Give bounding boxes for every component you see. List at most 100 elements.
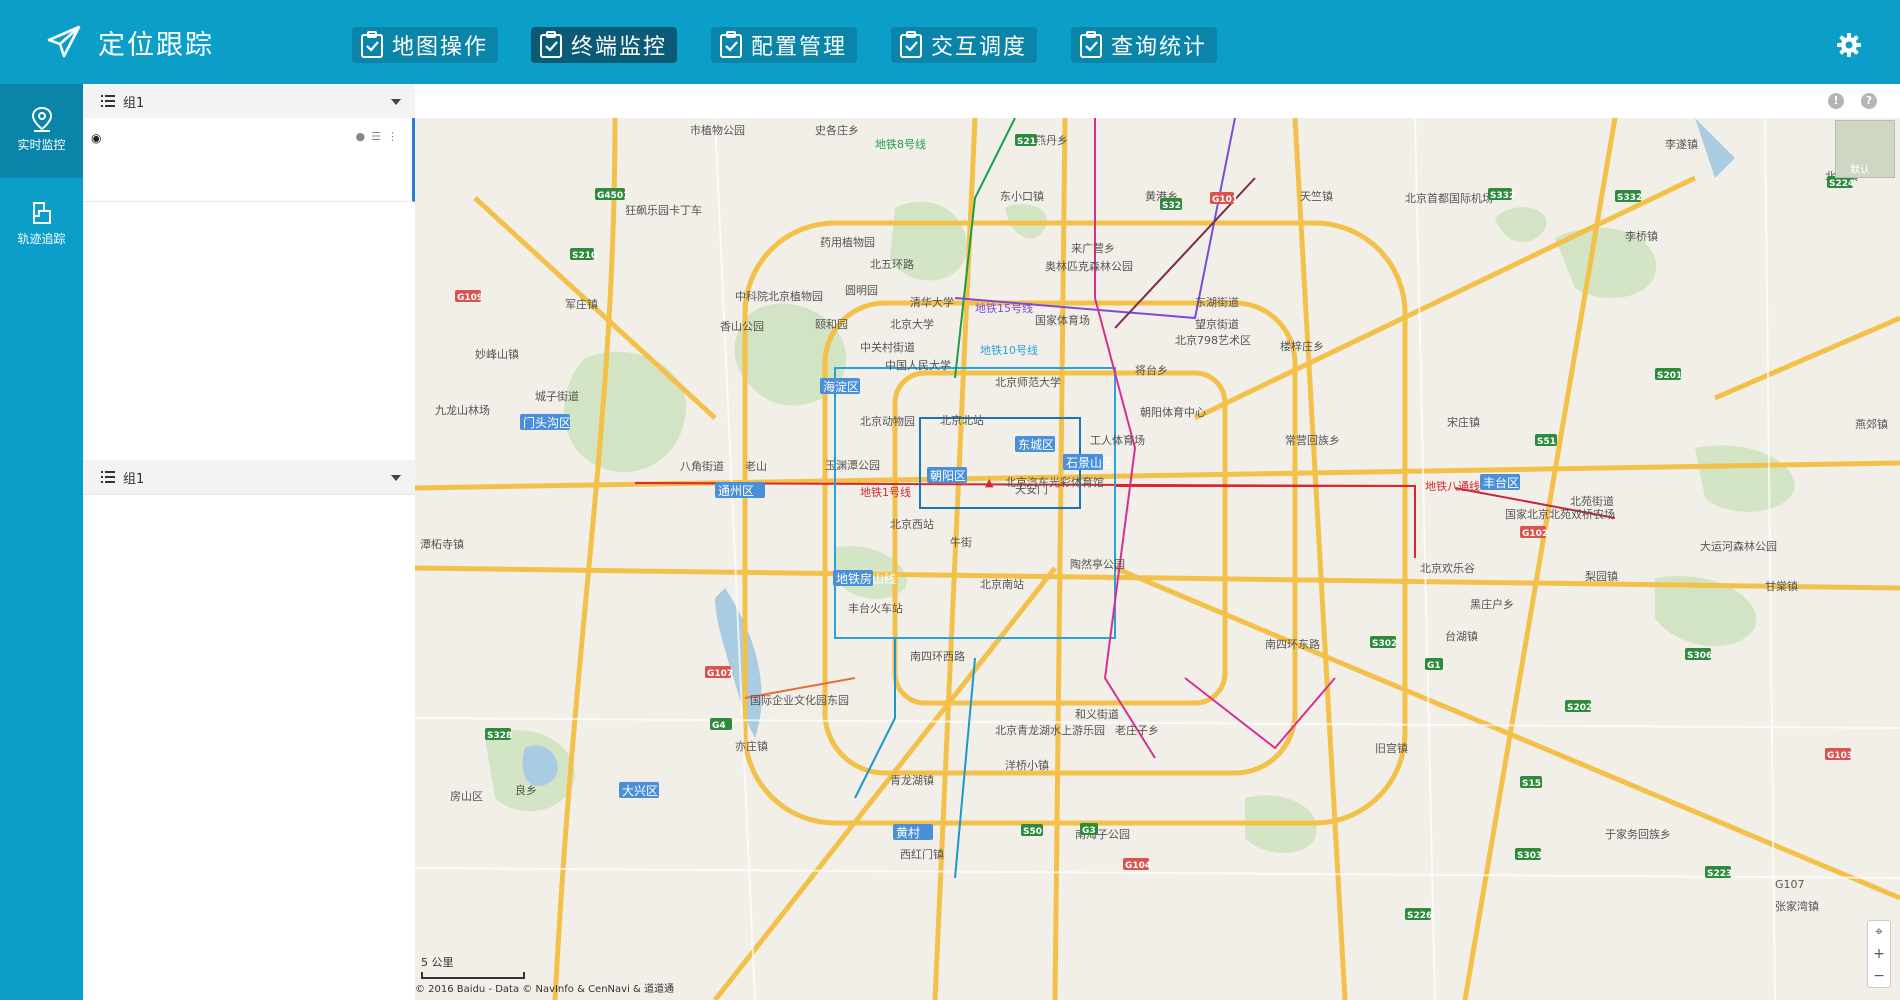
more-icon[interactable]: ⋮ <box>387 130 398 143</box>
map-label: 九龙山林场 <box>435 403 490 417</box>
list-item[interactable] <box>83 202 415 287</box>
highway-shield: S224 <box>1829 179 1854 189</box>
menu-label: 地图操作 <box>392 35 489 60</box>
clipboard-check-icon <box>720 31 742 58</box>
map-label: 洋桥小镇 <box>1005 758 1049 772</box>
map-label: 中关村街道 <box>860 340 915 354</box>
map-label: 颐和园 <box>815 318 848 331</box>
menu-map-operations[interactable]: 地图操作 <box>352 27 499 63</box>
group-label: 组1 <box>123 95 145 111</box>
zoom-control: ⌖ + − <box>1867 920 1891 988</box>
map-label: 于家务回族乡 <box>1605 827 1671 841</box>
map-label: 北京南站 <box>980 577 1024 591</box>
map-label: 和义街道 <box>1075 707 1119 721</box>
app-title: 定位跟踪 <box>98 29 214 61</box>
list-icon <box>101 95 115 107</box>
map-label: 将台乡 <box>1135 363 1168 377</box>
map-label: 老庄子乡 <box>1115 723 1159 737</box>
highway-shield: G4501 <box>597 191 629 201</box>
chevron-down-icon[interactable] <box>391 99 401 105</box>
highway-shield: S332 <box>1617 193 1642 203</box>
map-label: 大运河森林公园 <box>1700 539 1777 553</box>
district-badge: 大兴区 <box>622 784 658 798</box>
list-item[interactable] <box>83 286 415 371</box>
highway-shield: S223 <box>1707 869 1732 879</box>
map-label: 北京师范大学 <box>995 375 1061 389</box>
map-label: 市植物公园 <box>690 123 745 137</box>
map-label: 青龙湖镇 <box>890 773 934 787</box>
map-label: 北京青龙湖水上游乐园 <box>995 723 1105 737</box>
device-panel: 组1 ◉ ● ☰ ⋮ 组1 <box>83 84 416 1000</box>
map-label: 北京大学 <box>890 317 934 331</box>
map-label: 北五环路 <box>870 258 914 271</box>
highway-shield: S201 <box>1657 371 1682 381</box>
zoom-in-button[interactable]: + <box>1868 943 1890 965</box>
map-label: 国家体育场 <box>1035 313 1090 327</box>
menu-config-management[interactable]: 配置管理 <box>711 27 858 63</box>
map-canvas[interactable]: 市植物公园 史各庄乡 燕丹乡 李遂镇 北务镇 地铁8号线 狂飙乐园卡丁车 东小口… <box>415 118 1900 1000</box>
group-header[interactable]: 组1 <box>83 84 415 119</box>
list-icon <box>101 471 115 483</box>
highway-shield: S15 <box>1522 779 1541 789</box>
menu-terminal-monitoring[interactable]: 终端监控 <box>531 27 678 63</box>
map-label: 八角街道 <box>680 459 724 473</box>
nav-realtime-monitor[interactable]: 实时监控 <box>0 84 83 178</box>
map-label: 国际企业文化园东园 <box>750 693 849 707</box>
map-label: 旧宫镇 <box>1375 741 1408 755</box>
clipboard-check-icon <box>361 31 383 58</box>
map-label: 圆明园 <box>845 284 878 297</box>
eye-icon[interactable]: ◉ <box>91 131 101 145</box>
list-item[interactable] <box>83 370 415 461</box>
map-label: 地铁1号线 <box>860 485 911 499</box>
group-header[interactable]: 组1 <box>83 460 415 495</box>
locate-icon[interactable]: ⌖ <box>1868 921 1890 943</box>
chevron-down-icon[interactable] <box>391 475 401 481</box>
highway-shield: S210 <box>572 251 597 261</box>
map-label: 宋庄镇 <box>1447 415 1480 429</box>
map-label: 香山公园 <box>720 320 764 333</box>
map-type-label: 默认 <box>1850 165 1870 176</box>
map-label: 李遂镇 <box>1665 137 1698 151</box>
map-label: 天竺镇 <box>1300 189 1333 203</box>
district-badge: 丰台区 <box>1483 475 1519 490</box>
map-label: 朝阳体育中心 <box>1140 405 1206 419</box>
map-label: 狂飙乐园卡丁车 <box>625 203 702 217</box>
district-badge: 通州区 <box>718 484 754 498</box>
highway-shield: S213 <box>1017 137 1042 147</box>
highway-shield: S328 <box>487 731 512 741</box>
map-label: 城子街道 <box>535 389 579 403</box>
menu-query-statistics[interactable]: 查询统计 <box>1071 27 1218 63</box>
nav-label: 实时监控 <box>17 138 66 152</box>
zoom-out-button[interactable]: − <box>1868 965 1890 987</box>
map-type-thumbnail[interactable]: 默认 <box>1835 120 1895 178</box>
alert-icon[interactable]: ! <box>1828 93 1844 109</box>
map-label: 潭柘寺镇 <box>420 537 464 551</box>
map-label: 地铁8号线 <box>875 137 926 151</box>
globe-icon[interactable]: ● <box>356 130 366 143</box>
district-badge: 朝阳区 <box>930 469 966 483</box>
map-label: 李桥镇 <box>1625 229 1658 243</box>
map-label: 常营回族乡 <box>1285 433 1340 447</box>
map-label: 军庄镇 <box>565 297 598 311</box>
gear-icon[interactable] <box>1836 32 1862 58</box>
scale-bar <box>421 972 525 979</box>
district-badge: 门头沟区 <box>523 415 571 430</box>
help-icon[interactable]: ? <box>1861 93 1877 109</box>
map-label: 梨园镇 <box>1585 569 1618 583</box>
map-label: 地铁10号线 <box>980 343 1038 357</box>
map-toolbar: ! ? <box>415 84 1900 119</box>
map-label: 来广营乡 <box>1071 241 1115 255</box>
highway-shield: S202 <box>1567 703 1592 713</box>
map-label: 东小口镇 <box>1000 189 1044 203</box>
map-label: 北京西站 <box>890 517 934 531</box>
location-pin-icon <box>31 106 52 132</box>
menu-dispatch[interactable]: 交互调度 <box>891 27 1038 63</box>
map-label: 北京动物园 <box>860 414 915 428</box>
nav-track-trace[interactable]: 轨迹追踪 <box>0 178 83 272</box>
highway-shield: S302 <box>1372 639 1397 649</box>
map-label: 北京北站 <box>940 413 984 427</box>
map-label: 房山区 <box>450 790 483 803</box>
list-icon[interactable]: ☰ <box>371 130 381 143</box>
map-label: 妙峰山镇 <box>475 347 519 361</box>
list-item[interactable]: ◉ ● ☰ ⋮ <box>83 118 415 202</box>
